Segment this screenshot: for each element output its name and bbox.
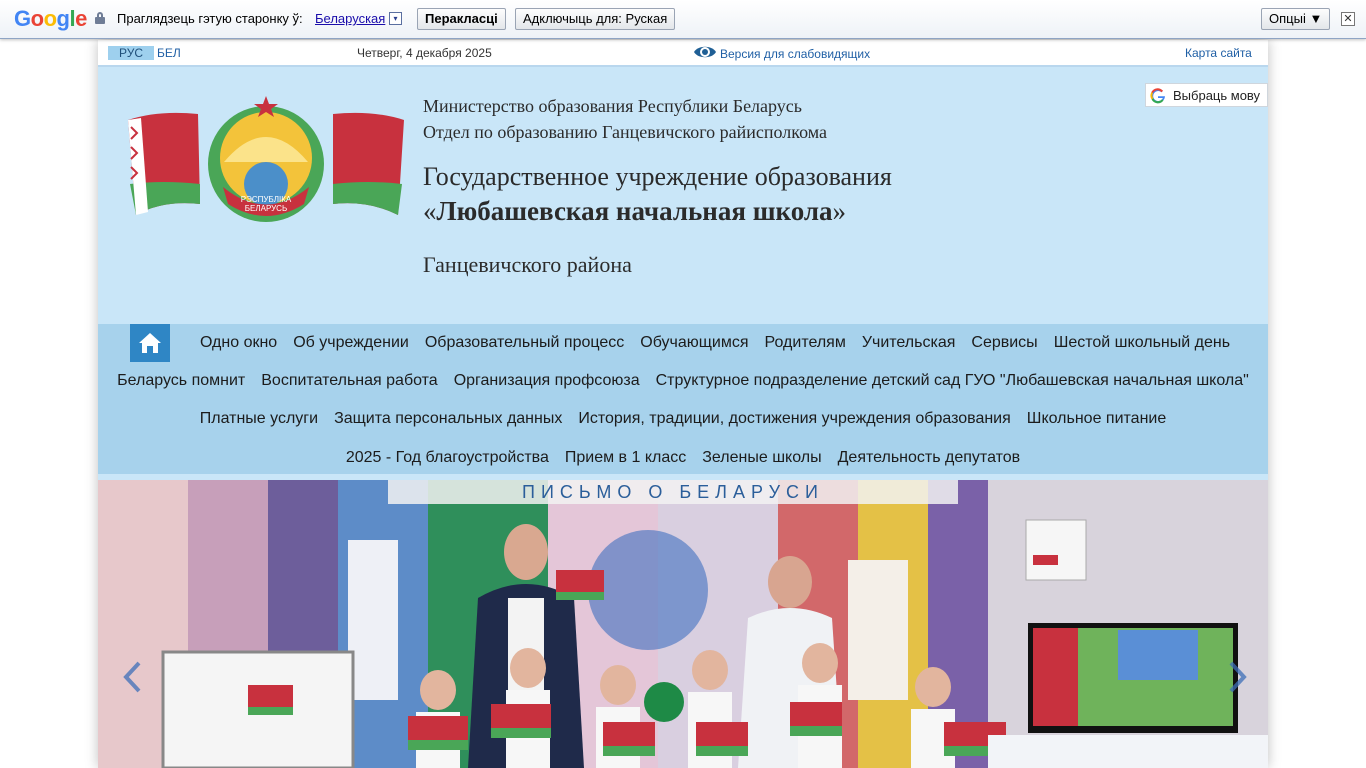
nav-item[interactable]: Шестой школьный день [1054,334,1230,352]
nav-item[interactable]: Зеленые школы [702,449,821,467]
nav-item[interactable]: Воспитательная работа [261,372,437,390]
nav-item[interactable]: Беларусь помнит [117,372,245,390]
nav-item[interactable]: Об учреждении [293,334,409,352]
lang-be-link[interactable]: БЕЛ [157,46,181,60]
emblem-text-2: БЕЛАРУСЬ [245,204,287,213]
nav-item[interactable]: Образовательный процесс [425,334,624,352]
school-name-text: Любашевская начальная школа [436,196,833,226]
google-logo-letter: g [56,6,70,31]
nav-item[interactable]: Родителям [765,334,846,352]
nav-row-4: 2025 - Год благоустройства Прием в 1 клас… [98,449,1268,467]
photo-slider[interactable]: ПИСЬМО О БЕЛАРУСИ [98,480,1268,768]
select-language-widget[interactable]: Выбраць мову [1145,83,1268,107]
translate-options-button[interactable]: Опцыі ▼ [1261,8,1331,30]
school-name: «Любашевская начальная школа» [423,196,846,227]
chevron-right-icon[interactable] [1228,660,1248,694]
nav-row-1: Одно окно Об учреждении Образовательный пр… [98,334,1268,352]
ministry-title: Министерство образования Республики Бела… [423,96,802,116]
translate-button[interactable]: Перакласці [417,8,506,30]
top-line: РУС БЕЛ Четверг, 4 декабря 2025 Версия д… [98,40,1268,67]
nav-item[interactable]: Сервисы [971,334,1037,352]
institution-prefix: Государственное учреждение образования [423,162,892,191]
site-header: РЭСПУБЛІКА БЕЛАРУСЬ Министерство образов… [98,67,1268,324]
nav-item[interactable]: Учительская [862,334,956,352]
translate-prompt: Праглядзець гэтую старонку ў: [117,11,303,26]
google-logo-letter: e [75,6,87,31]
lock-icon [95,12,105,24]
select-language-label: Выбраць мову [1173,88,1261,103]
main-navigation: Одно окно Об учреждении Образовательный пр… [98,324,1268,477]
nav-item[interactable]: 2025 - Год благоустройства [346,449,549,467]
nav-item[interactable]: Организация профсоюза [454,372,640,390]
lang-ru-button[interactable]: РУС [108,46,154,60]
emblem-text-1: РЭСПУБЛІКА [241,195,292,204]
google-logo-letter: G [14,6,31,31]
quote-close: » [832,196,847,226]
google-logo: Google [14,6,87,32]
nav-item[interactable]: Школьное питание [1027,410,1166,428]
disable-translate-button[interactable]: Адключыць для: Руская [515,8,676,30]
language-dropdown-icon[interactable]: ▾ [389,12,402,25]
page-container: РУС БЕЛ Четверг, 4 декабря 2025 Версия д… [98,40,1268,768]
close-icon[interactable]: ✕ [1341,12,1355,26]
nav-row-3: Платные услуги Защита персональных данных… [98,410,1268,428]
nav-item[interactable]: История, традиции, достижения учреждения… [578,410,1010,428]
nav-item[interactable]: Защита персональных данных [334,410,562,428]
slide-photo: ПИСЬМО О БЕЛАРУСИ [98,480,1268,768]
nav-item[interactable]: Одно окно [200,334,277,352]
sitemap-link[interactable]: Карта сайта [1185,46,1252,60]
google-g-icon [1150,88,1165,104]
google-translate-bar: Google Праглядзець гэтую старонку ў: Бел… [0,0,1366,39]
current-date: Четверг, 4 декабря 2025 [357,46,492,60]
nav-item[interactable]: Деятельность депутатов [838,449,1021,467]
google-logo-letter: o [30,6,44,31]
nav-item[interactable]: Структурное подразделение детский сад ГУ… [656,372,1249,390]
nav-item[interactable]: Обучающимся [640,334,748,352]
google-logo-letter: o [43,6,57,31]
nav-item[interactable]: Прием в 1 класс [565,449,686,467]
nav-row-2: Беларусь помнит Воспитательная работа Орга… [98,372,1268,390]
low-vision-link[interactable]: Версия для слабовидящих [720,47,870,61]
eye-icon[interactable] [693,43,717,61]
district-title: Ганцевичского района [423,252,632,277]
coat-of-arms-logo[interactable]: РЭСПУБЛІКА БЕЛАРУСЬ [128,92,404,225]
chevron-left-icon[interactable] [122,660,142,694]
nav-item[interactable]: Платные услуги [200,410,318,428]
quote-open: « [423,196,437,226]
translate-language-link[interactable]: Беларуская [315,11,385,26]
department-title: Отдел по образованию Ганцевичского райис… [423,122,828,142]
banner-text: ПИСЬМО О БЕЛАРУСИ [522,482,824,502]
